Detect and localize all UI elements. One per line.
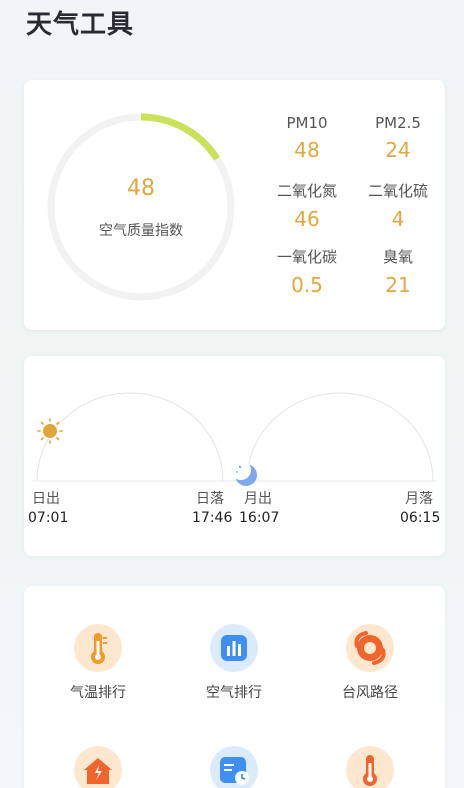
pollutant-pm25: PM2.5 24	[358, 114, 438, 162]
pollutant-name: PM10	[286, 114, 328, 132]
tools-card: 气温排行 空气排行 台风路径	[24, 586, 445, 788]
typhoon-icon	[346, 624, 394, 672]
sunrise-label: 日出	[32, 491, 60, 507]
moon-arc	[246, 392, 434, 482]
sunset-label: 日落	[196, 491, 224, 507]
pollutant-name: 一氧化碳	[276, 248, 337, 266]
sun-moon-arcs	[32, 392, 437, 486]
aqi-value: 48	[127, 176, 155, 201]
pollutant-value: 48	[294, 138, 320, 162]
tool-temperature-ranking[interactable]: 气温排行	[28, 624, 168, 702]
moonrise-label: 月出	[244, 491, 272, 507]
thermometer-icon	[74, 624, 122, 672]
pollutant-so2: 二氧化硫 4	[358, 180, 438, 231]
pollutant-value: 0.5	[291, 273, 323, 297]
pollutant-name: PM2.5	[375, 114, 421, 132]
air-quality-card[interactable]: 48 空气质量指数 PM10 48 PM2.5 24 二氧化氮 46 二氧化硫 …	[24, 80, 445, 330]
aqi-ring	[47, 113, 235, 301]
pollutant-no2: 二氧化氮 46	[267, 180, 347, 231]
pollutant-name: 二氧化硫	[367, 182, 428, 200]
pollutant-co: 一氧化碳 0.5	[267, 246, 347, 297]
moonset-label: 月落	[405, 491, 433, 507]
pollutant-o3: 臭氧 21	[358, 246, 438, 297]
pollutant-pm10: PM10 48	[267, 114, 347, 162]
tool-air-ranking[interactable]: 空气排行	[164, 624, 304, 702]
sun-arc	[36, 392, 224, 482]
pollutant-value: 21	[385, 273, 411, 297]
tool-label: 台风路径	[342, 685, 398, 701]
tool-history[interactable]	[164, 746, 304, 788]
moonrise-time: 16:07	[239, 510, 280, 526]
sun-icon	[37, 418, 63, 444]
thermometer-icon	[346, 746, 394, 788]
aqi-label: 空气质量指数	[99, 223, 183, 239]
tool-warning[interactable]	[28, 746, 168, 788]
calendar-clock-icon	[210, 746, 258, 788]
pollutant-value: 24	[385, 138, 411, 162]
pollutant-value: 46	[294, 207, 320, 231]
house-alert-icon	[74, 746, 122, 788]
sunset-time: 17:46	[192, 510, 233, 526]
moon-icon	[231, 460, 257, 486]
tool-typhoon-path[interactable]: 台风路径	[300, 624, 440, 702]
sun-moon-card[interactable]: 日出 07:01 日落 17:46 月出 16:07 月落 06:15	[24, 356, 445, 556]
pollutant-name: 臭氧	[382, 248, 413, 266]
aqi-progress-arc	[140, 113, 220, 161]
sunrise-time: 07:01	[28, 510, 69, 526]
moonset-time: 06:15	[400, 510, 441, 526]
page-title: 天气工具	[26, 10, 135, 40]
tool-label: 空气排行	[206, 685, 262, 701]
bar-chart-icon	[210, 624, 258, 672]
tool-label: 气温排行	[70, 685, 126, 701]
pollutant-value: 4	[391, 207, 405, 231]
pollutant-name: 二氧化氮	[276, 182, 337, 200]
tool-temperature[interactable]	[300, 746, 440, 788]
